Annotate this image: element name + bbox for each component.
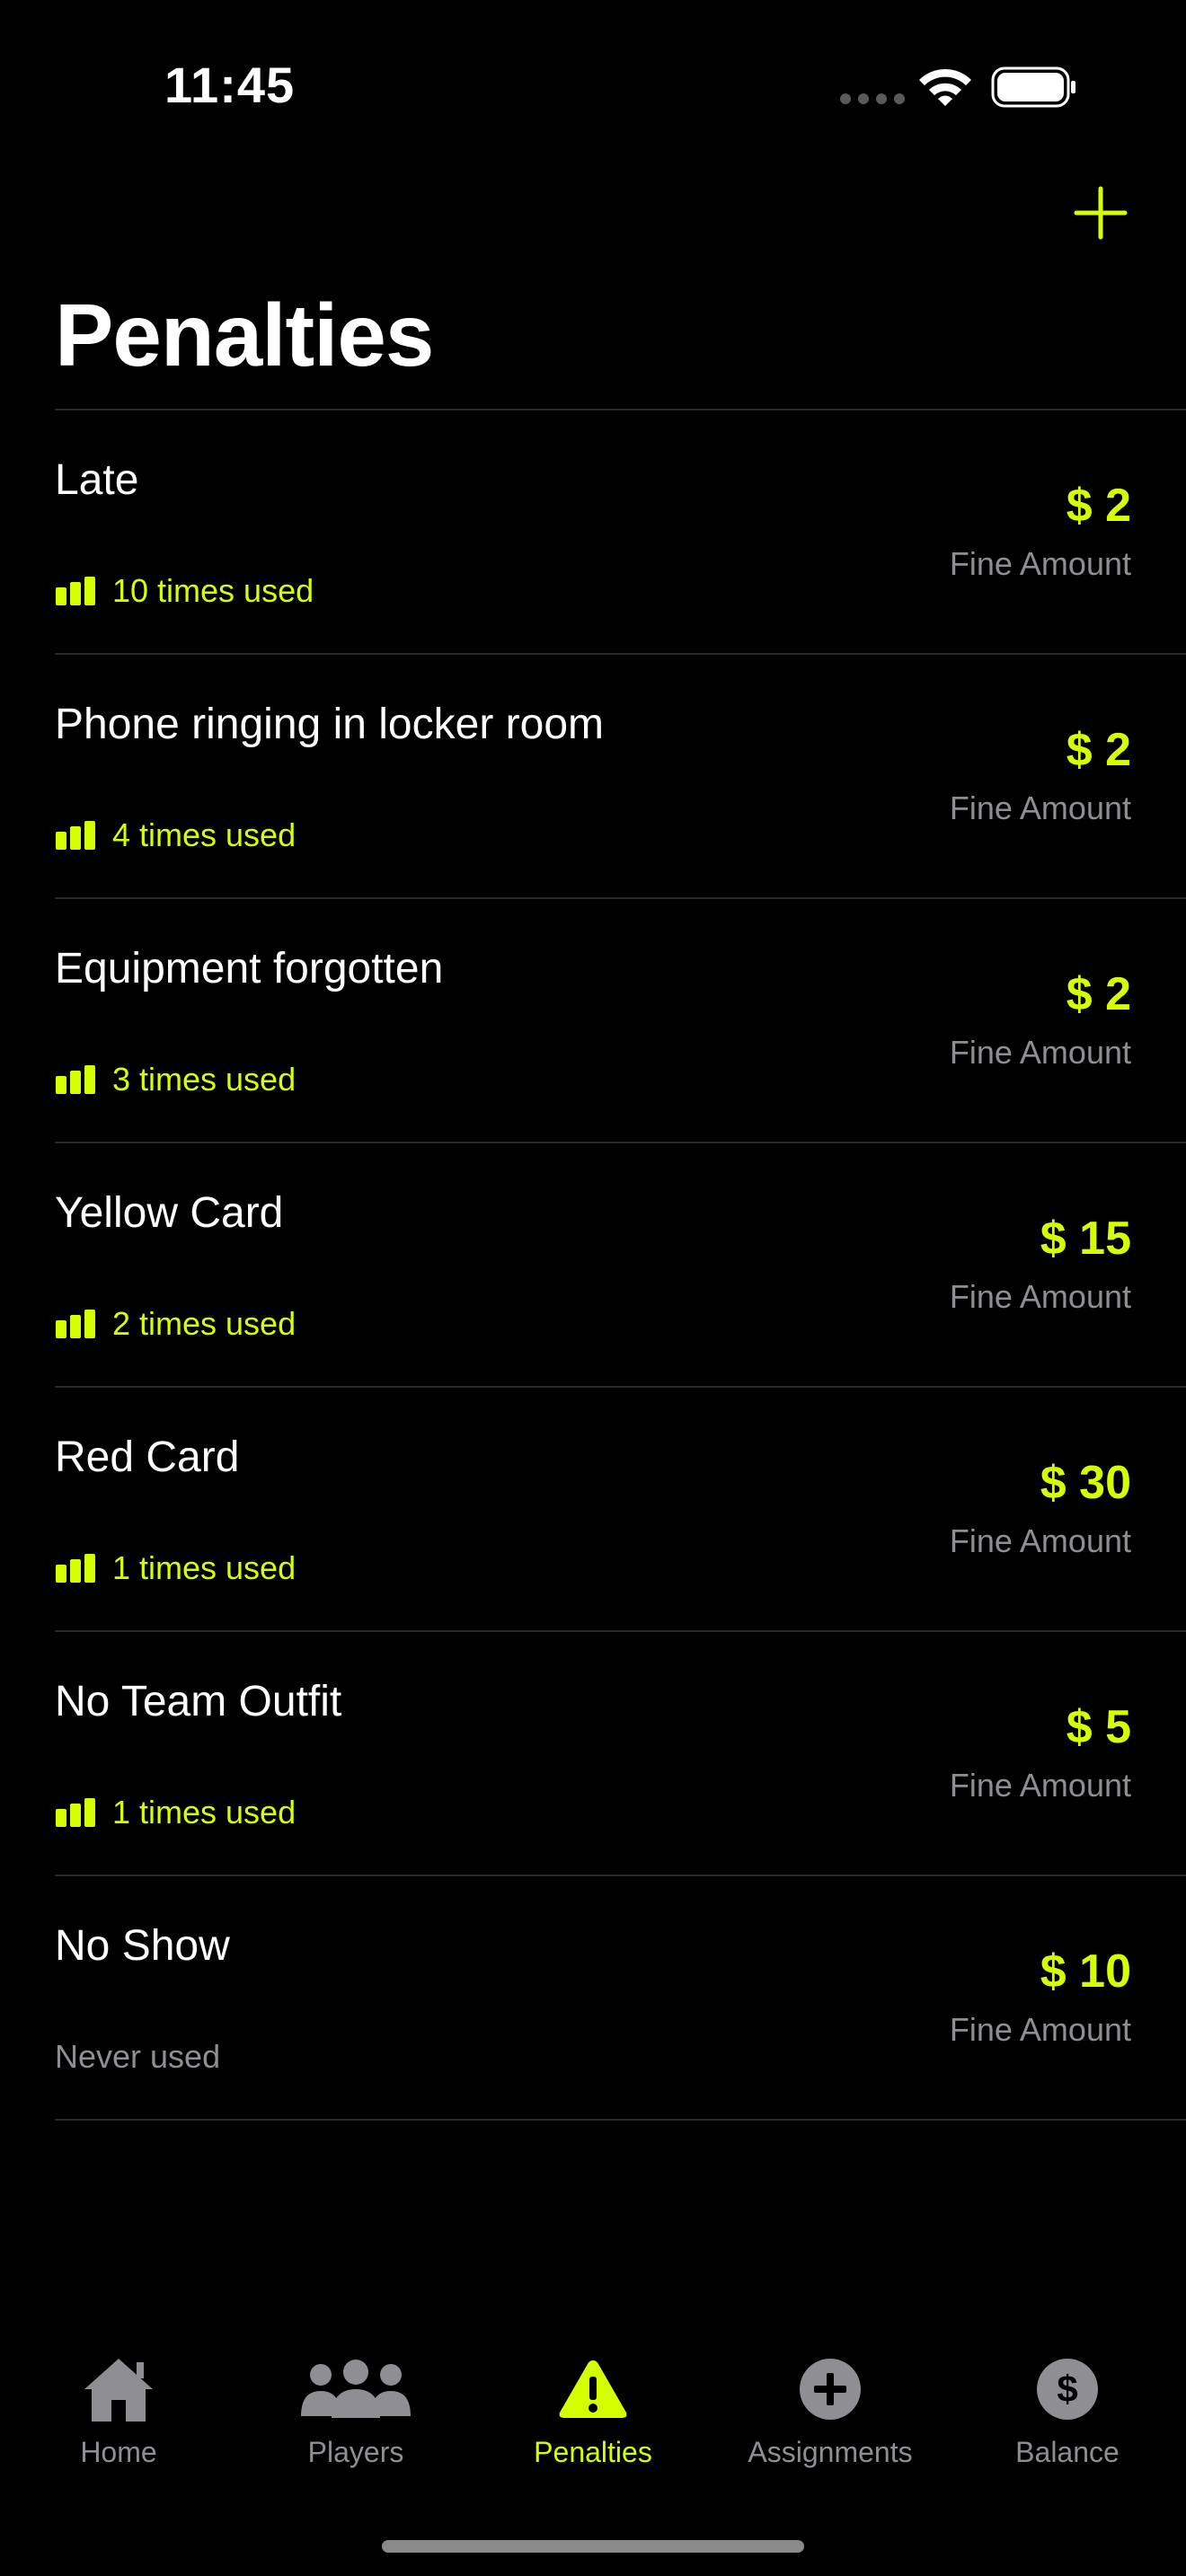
usage-bars-icon [56,1310,95,1338]
usage-text: 1 times used [112,1549,296,1586]
dollar-circle-icon: $ [1037,2359,1098,2420]
cellular-signal-icon [840,93,905,104]
usage-bars-icon [56,821,95,850]
tab-label: Balance [1015,2436,1120,2468]
penalty-row-no-show[interactable]: No Show Never used $ 10 Fine Amount [55,1876,1186,2121]
tab-label: Home [80,2436,157,2468]
tab-assignments[interactable]: Assignments [712,2353,949,2488]
usage-indicator: 1 times used [55,1794,296,1831]
usage-bars-icon [56,577,95,605]
tab-label: Players [307,2436,404,2468]
tab-bar: Home Players Penalties Assignments $ Bal… [0,2353,1186,2488]
fine-amount: $ 5 [1066,1701,1131,1753]
tab-home[interactable]: Home [0,2353,237,2488]
fine-amount: $ 15 [1040,1213,1131,1265]
penalty-name: Late [55,456,139,504]
wifi-icon [919,68,971,106]
penalty-name: Equipment forgotten [55,945,444,992]
warning-triangle-icon [559,2360,627,2418]
house-icon [84,2359,153,2422]
battery-icon [991,66,1075,108]
fine-amount: $ 30 [1040,1457,1131,1509]
usage-indicator: 4 times used [55,816,296,854]
usage-indicator: Never used [55,2038,220,2076]
penalty-name: Phone ringing in locker room [55,701,604,748]
penalty-row-yellow-card[interactable]: Yellow Card 2 times used $ 15 Fine Amoun… [55,1143,1186,1388]
fine-amount-label: Fine Amount [949,545,1131,582]
add-penalty-button[interactable] [1069,181,1132,244]
usage-text: 10 times used [112,572,314,609]
penalty-name: No Show [55,1922,230,1970]
penalty-name: Yellow Card [55,1189,284,1237]
fine-amount: $ 2 [1066,724,1131,776]
penalty-name: Red Card [55,1434,240,1481]
people-icon [301,2360,411,2418]
fine-amount: $ 2 [1066,480,1131,532]
penalty-row-equipment-forgotten[interactable]: Equipment forgotten 3 times used $ 2 Fin… [55,899,1186,1143]
home-indicator [382,2540,804,2553]
status-time: 11:45 [164,57,296,113]
penalty-row-phone-ringing[interactable]: Phone ringing in locker room 4 times use… [55,655,1186,899]
plus-circle-icon [800,2359,861,2420]
tab-players[interactable]: Players [237,2353,474,2488]
fine-amount-label: Fine Amount [949,1034,1131,1071]
fine-amount: $ 2 [1066,968,1131,1020]
fine-amount-label: Fine Amount [949,790,1131,826]
usage-text: 3 times used [112,1061,296,1098]
penalty-name: No Team Outfit [55,1678,342,1725]
fine-amount: $ 10 [1040,1945,1131,1998]
usage-text: Never used [55,2038,221,2075]
usage-text: 2 times used [112,1305,296,1342]
fine-amount-label: Fine Amount [949,2011,1131,2048]
penalty-row-no-team-outfit[interactable]: No Team Outfit 1 times used $ 5 Fine Amo… [55,1632,1186,1876]
penalty-row-late[interactable]: Late 10 times used $ 2 Fine Amount [55,410,1186,655]
usage-text: 1 times used [112,1794,296,1831]
usage-text: 4 times used [112,816,296,853]
usage-indicator: 10 times used [55,572,314,610]
penalty-row-red-card[interactable]: Red Card 1 times used $ 30 Fine Amount [55,1388,1186,1632]
usage-bars-icon [56,1065,95,1094]
usage-indicator: 2 times used [55,1305,296,1343]
tab-penalties[interactable]: Penalties [474,2353,712,2488]
usage-indicator: 3 times used [55,1061,296,1098]
status-bar: 11:45 [0,0,1186,171]
fine-amount-label: Fine Amount [949,1767,1131,1804]
penalty-list: Late 10 times used $ 2 Fine Amount Phone… [0,410,1186,2121]
svg-text:$: $ [1057,2368,1077,2410]
tab-balance[interactable]: $ Balance [949,2353,1186,2488]
tab-label: Assignments [748,2436,913,2468]
usage-indicator: 1 times used [55,1549,296,1587]
tab-label: Penalties [534,2436,652,2468]
usage-bars-icon [56,1798,95,1827]
usage-bars-icon [56,1554,95,1583]
page-title: Penalties [55,286,434,384]
fine-amount-label: Fine Amount [949,1522,1131,1559]
fine-amount-label: Fine Amount [949,1278,1131,1315]
